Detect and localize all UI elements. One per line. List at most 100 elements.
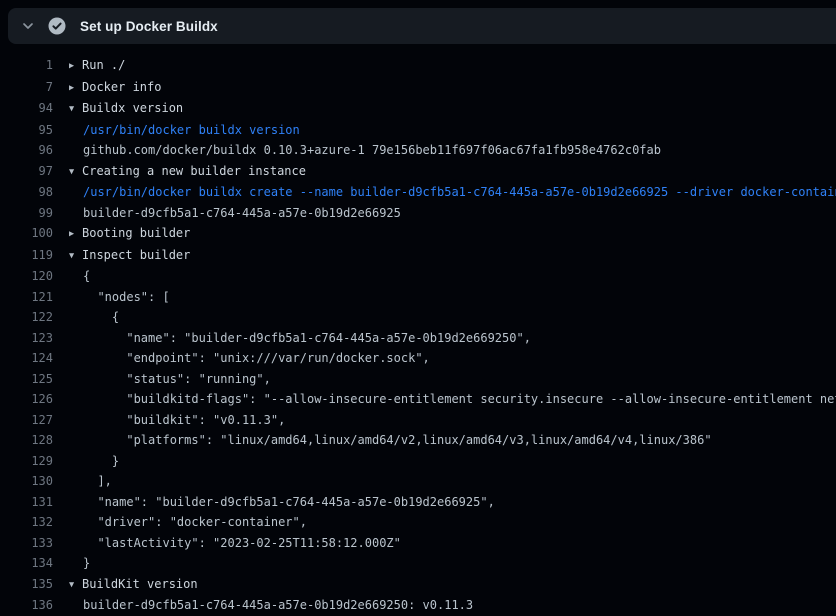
line-content: /usr/bin/docker buildx version <box>69 120 300 141</box>
log-line[interactable]: 135 ▼BuildKit version <box>0 574 836 596</box>
line-text: /usr/bin/docker buildx create --name bui… <box>83 185 836 199</box>
line-number[interactable]: 132 <box>0 512 53 533</box>
log-line[interactable]: 124 "endpoint": "unix:///var/run/docker.… <box>0 348 836 369</box>
line-text: Inspect builder <box>82 248 190 262</box>
line-number[interactable]: 97 <box>0 161 53 183</box>
line-number[interactable]: 122 <box>0 307 53 328</box>
log-line[interactable]: 95 /usr/bin/docker buildx version <box>0 120 836 141</box>
log-line[interactable]: 133 "lastActivity": "2023-02-25T11:58:12… <box>0 533 836 554</box>
line-content: { <box>69 266 90 287</box>
group-toggle-icon[interactable]: ▶ <box>69 78 82 99</box>
log-line[interactable]: 119 ▼Inspect builder <box>0 245 836 267</box>
line-number[interactable]: 100 <box>0 223 53 245</box>
log-line[interactable]: 99 builder-d9cfb5a1-c764-445a-a57e-0b19d… <box>0 203 836 224</box>
line-number[interactable]: 129 <box>0 451 53 472</box>
line-text: builder-d9cfb5a1-c764-445a-a57e-0b19d2e6… <box>83 598 473 612</box>
line-number[interactable]: 130 <box>0 471 53 492</box>
line-number[interactable]: 98 <box>0 182 53 203</box>
log-line[interactable]: 123 "name": "builder-d9cfb5a1-c764-445a-… <box>0 328 836 349</box>
line-text: BuildKit version <box>82 577 198 591</box>
line-number[interactable]: 119 <box>0 245 53 267</box>
line-number[interactable]: 95 <box>0 120 53 141</box>
line-number[interactable]: 126 <box>0 389 53 410</box>
line-number[interactable]: 134 <box>0 553 53 574</box>
log-line[interactable]: 1 ▶Run ./ <box>0 55 836 77</box>
line-number[interactable]: 99 <box>0 203 53 224</box>
group-toggle-icon[interactable]: ▼ <box>69 575 82 596</box>
line-text: ], <box>83 474 112 488</box>
line-content: "lastActivity": "2023-02-25T11:58:12.000… <box>69 533 401 554</box>
line-number[interactable]: 124 <box>0 348 53 369</box>
line-content: ▼Inspect builder <box>69 245 190 267</box>
log-line[interactable]: 120 { <box>0 266 836 287</box>
line-number[interactable]: 136 <box>0 595 53 616</box>
line-text: "lastActivity": "2023-02-25T11:58:12.000… <box>83 536 401 550</box>
line-number[interactable]: 120 <box>0 266 53 287</box>
group-toggle-icon[interactable]: ▶ <box>69 56 82 77</box>
line-content: ▶Booting builder <box>69 223 190 245</box>
log-lines: 1 ▶Run ./ 7 ▶Docker info 94 ▼Buildx vers… <box>0 44 836 616</box>
step-title: Set up Docker Buildx <box>80 19 218 34</box>
log-line[interactable]: 126 "buildkitd-flags": "--allow-insecure… <box>0 389 836 410</box>
log-line[interactable]: 132 "driver": "docker-container", <box>0 512 836 533</box>
line-content: builder-d9cfb5a1-c764-445a-a57e-0b19d2e6… <box>69 203 401 224</box>
line-content: "name": "builder-d9cfb5a1-c764-445a-a57e… <box>69 492 495 513</box>
line-text: "buildkit": "v0.11.3", <box>83 413 285 427</box>
line-text: "nodes": [ <box>83 290 170 304</box>
line-number[interactable]: 133 <box>0 533 53 554</box>
line-content: "platforms": "linux/amd64,linux/amd64/v2… <box>69 430 712 451</box>
group-toggle-icon[interactable]: ▼ <box>69 246 82 267</box>
log-line[interactable]: 127 "buildkit": "v0.11.3", <box>0 410 836 431</box>
line-content: { <box>69 307 119 328</box>
line-content: ▼Buildx version <box>69 98 183 120</box>
line-content: "buildkitd-flags": "--allow-insecure-ent… <box>69 389 836 410</box>
line-text: "endpoint": "unix:///var/run/docker.sock… <box>83 351 430 365</box>
group-toggle-icon[interactable]: ▼ <box>69 162 82 183</box>
line-text: Booting builder <box>82 226 190 240</box>
line-number[interactable]: 1 <box>0 55 53 77</box>
log-line[interactable]: 125 "status": "running", <box>0 369 836 390</box>
line-content: github.com/docker/buildx 0.10.3+azure-1 … <box>69 140 661 161</box>
line-number[interactable]: 94 <box>0 98 53 120</box>
line-text: Buildx version <box>82 101 183 115</box>
log-line[interactable]: 98 /usr/bin/docker buildx create --name … <box>0 182 836 203</box>
line-text: { <box>83 269 90 283</box>
log-line[interactable]: 100 ▶Booting builder <box>0 223 836 245</box>
log-line[interactable]: 96 github.com/docker/buildx 0.10.3+azure… <box>0 140 836 161</box>
line-text: /usr/bin/docker buildx version <box>83 123 300 137</box>
log-line[interactable]: 97 ▼Creating a new builder instance <box>0 161 836 183</box>
line-text: "status": "running", <box>83 372 271 386</box>
line-content: } <box>69 553 90 574</box>
line-content: ▶Run ./ <box>69 55 125 77</box>
log-line[interactable]: 131 "name": "builder-d9cfb5a1-c764-445a-… <box>0 492 836 513</box>
line-number[interactable]: 121 <box>0 287 53 308</box>
line-text: } <box>83 454 119 468</box>
line-number[interactable]: 96 <box>0 140 53 161</box>
log-line[interactable]: 136 builder-d9cfb5a1-c764-445a-a57e-0b19… <box>0 595 836 616</box>
log-line[interactable]: 130 ], <box>0 471 836 492</box>
log-line[interactable]: 129 } <box>0 451 836 472</box>
step-header[interactable]: Set up Docker Buildx <box>8 8 836 44</box>
line-number[interactable]: 131 <box>0 492 53 513</box>
line-number[interactable]: 127 <box>0 410 53 431</box>
log-line[interactable]: 128 "platforms": "linux/amd64,linux/amd6… <box>0 430 836 451</box>
log-line[interactable]: 122 { <box>0 307 836 328</box>
log-line[interactable]: 134 } <box>0 553 836 574</box>
line-number[interactable]: 123 <box>0 328 53 349</box>
log-line[interactable]: 94 ▼Buildx version <box>0 98 836 120</box>
log-line[interactable]: 7 ▶Docker info <box>0 77 836 99</box>
line-content: ▼Creating a new builder instance <box>69 161 306 183</box>
group-toggle-icon[interactable]: ▶ <box>69 224 82 245</box>
line-number[interactable]: 128 <box>0 430 53 451</box>
group-toggle-icon[interactable]: ▼ <box>69 99 82 120</box>
line-number[interactable]: 135 <box>0 574 53 596</box>
line-text: github.com/docker/buildx 0.10.3+azure-1 … <box>83 143 661 157</box>
line-number[interactable]: 125 <box>0 369 53 390</box>
chevron-down-icon[interactable] <box>20 18 36 34</box>
line-text: "name": "builder-d9cfb5a1-c764-445a-a57e… <box>83 495 495 509</box>
line-text: } <box>83 556 90 570</box>
line-content: "name": "builder-d9cfb5a1-c764-445a-a57e… <box>69 328 531 349</box>
line-number[interactable]: 7 <box>0 77 53 99</box>
line-content: builder-d9cfb5a1-c764-445a-a57e-0b19d2e6… <box>69 595 473 616</box>
log-line[interactable]: 121 "nodes": [ <box>0 287 836 308</box>
